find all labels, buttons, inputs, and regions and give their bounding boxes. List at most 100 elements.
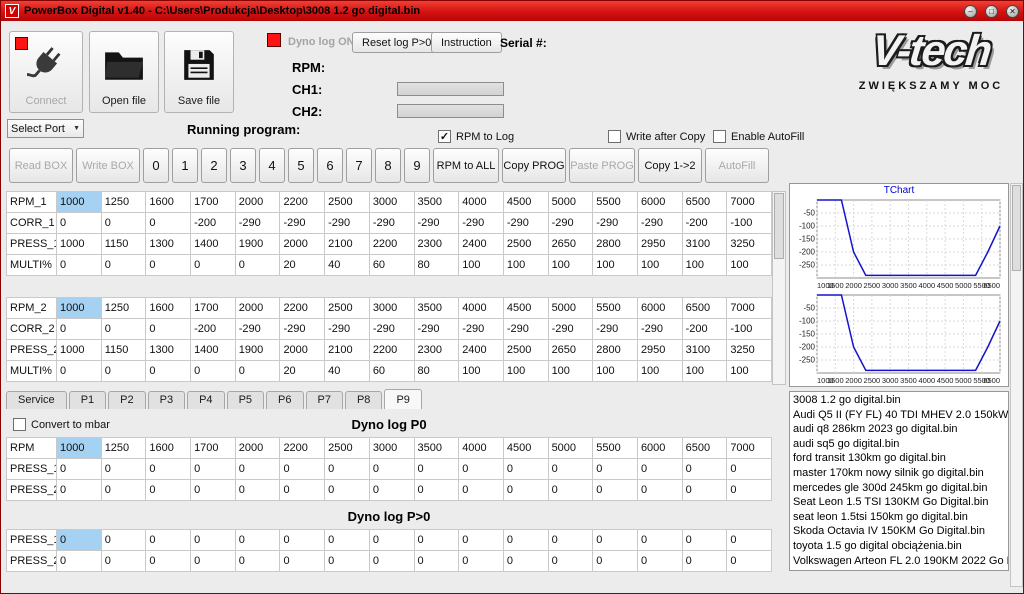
value-cell[interactable]: 1300 [145, 233, 192, 255]
value-cell[interactable]: 2200 [279, 437, 326, 459]
value-cell[interactable]: 2200 [368, 233, 415, 255]
value-cell[interactable]: 0 [592, 458, 638, 480]
value-cell[interactable]: 2000 [279, 339, 326, 361]
value-cell[interactable]: -290 [458, 318, 504, 340]
value-cell[interactable]: 0 [547, 479, 594, 501]
value-cell[interactable]: 0 [636, 550, 683, 572]
value-cell[interactable]: 6500 [681, 297, 728, 319]
value-cell[interactable]: 2100 [324, 233, 370, 255]
list-item[interactable]: ford transit 130km go digital.bin [790, 451, 1008, 466]
digit-button-5[interactable]: 5 [288, 148, 314, 183]
write-after-copy-checkbox[interactable]: Write after Copy [608, 130, 705, 143]
value-cell[interactable]: 0 [681, 550, 728, 572]
value-cell[interactable]: 0 [413, 458, 460, 480]
table-scrollbar[interactable] [772, 191, 786, 385]
value-cell[interactable]: 6500 [681, 191, 728, 213]
value-cell[interactable]: 0 [368, 550, 415, 572]
value-cell[interactable]: 5000 [547, 437, 594, 459]
value-cell[interactable]: 2000 [234, 191, 281, 213]
value-cell[interactable]: 0 [56, 479, 102, 501]
value-cell[interactable]: 0 [502, 458, 549, 480]
value-cell[interactable]: 4500 [502, 297, 549, 319]
value-cell[interactable]: 5500 [592, 297, 638, 319]
value-cell[interactable]: 80 [413, 360, 460, 382]
copy-prog-button[interactable]: Copy PROG [502, 148, 566, 183]
value-cell[interactable]: 60 [368, 254, 415, 276]
value-cell[interactable]: 2000 [234, 297, 281, 319]
value-cell[interactable]: -200 [681, 212, 728, 234]
value-cell[interactable]: 0 [234, 458, 281, 480]
value-cell[interactable]: 0 [413, 550, 460, 572]
value-cell[interactable]: -290 [413, 318, 460, 340]
value-cell[interactable]: 20 [279, 360, 326, 382]
value-cell[interactable]: 2000 [234, 437, 281, 459]
value-cell[interactable]: 100 [592, 360, 638, 382]
value-cell[interactable]: 0 [502, 529, 549, 551]
value-cell[interactable]: 2500 [502, 339, 549, 361]
value-cell[interactable]: 3000 [368, 191, 415, 213]
value-cell[interactable]: -290 [458, 212, 504, 234]
tab-p1[interactable]: P1 [68, 391, 107, 409]
value-cell[interactable]: 0 [56, 529, 102, 551]
value-cell[interactable]: 1000 [56, 437, 102, 459]
value-cell[interactable]: 0 [100, 212, 147, 234]
value-cell[interactable]: 2000 [279, 233, 326, 255]
value-cell[interactable]: 2500 [324, 437, 370, 459]
value-cell[interactable]: 1900 [234, 233, 281, 255]
value-cell[interactable]: 3500 [413, 437, 460, 459]
value-cell[interactable]: 1400 [190, 339, 236, 361]
value-cell[interactable]: 0 [458, 458, 504, 480]
value-cell[interactable]: 0 [190, 458, 236, 480]
value-cell[interactable]: 0 [458, 550, 504, 572]
value-cell[interactable]: 1700 [190, 297, 236, 319]
value-cell[interactable]: 0 [368, 529, 415, 551]
value-cell[interactable]: 0 [100, 458, 147, 480]
value-cell[interactable]: 2500 [502, 233, 549, 255]
scrollbar-thumb[interactable] [1012, 185, 1021, 271]
value-cell[interactable]: 0 [726, 479, 772, 501]
value-cell[interactable]: 0 [458, 479, 504, 501]
value-cell[interactable]: 0 [636, 479, 683, 501]
value-cell[interactable]: 3500 [413, 191, 460, 213]
value-cell[interactable]: 0 [56, 550, 102, 572]
value-cell[interactable]: 0 [145, 212, 192, 234]
value-cell[interactable]: 100 [547, 360, 594, 382]
value-cell[interactable]: 2500 [324, 191, 370, 213]
list-item[interactable]: mercedes gle 300d 245km go digital.bin [790, 481, 1008, 496]
instruction-button[interactable]: Instruction [431, 32, 502, 53]
value-cell[interactable]: 0 [56, 458, 102, 480]
value-cell[interactable]: 2950 [636, 233, 683, 255]
value-cell[interactable]: 0 [681, 529, 728, 551]
value-cell[interactable]: 7000 [726, 297, 772, 319]
value-cell[interactable]: 7000 [726, 191, 772, 213]
value-cell[interactable]: 0 [592, 550, 638, 572]
value-cell[interactable]: 0 [145, 254, 192, 276]
digit-button-8[interactable]: 8 [375, 148, 401, 183]
value-cell[interactable]: 3100 [681, 233, 728, 255]
value-cell[interactable]: 4000 [458, 297, 504, 319]
value-cell[interactable]: 0 [324, 550, 370, 572]
value-cell[interactable]: 100 [592, 254, 638, 276]
digit-button-3[interactable]: 3 [230, 148, 256, 183]
value-cell[interactable]: -200 [190, 318, 236, 340]
value-cell[interactable]: 0 [279, 529, 326, 551]
value-cell[interactable]: 2400 [458, 339, 504, 361]
value-cell[interactable]: 0 [324, 458, 370, 480]
value-cell[interactable]: 6500 [681, 437, 728, 459]
tab-p3[interactable]: P3 [147, 391, 186, 409]
tab-p9[interactable]: P9 [384, 389, 422, 409]
value-cell[interactable]: 2200 [279, 297, 326, 319]
value-cell[interactable]: -290 [368, 318, 415, 340]
value-cell[interactable]: -290 [636, 318, 683, 340]
value-cell[interactable]: 0 [234, 360, 281, 382]
value-cell[interactable]: -290 [502, 212, 549, 234]
digit-button-1[interactable]: 1 [172, 148, 198, 183]
list-item[interactable]: toyota 1.5 go digital obciążenia.bin [790, 539, 1008, 554]
tab-p5[interactable]: P5 [226, 391, 265, 409]
value-cell[interactable]: 0 [592, 529, 638, 551]
value-cell[interactable]: 7000 [726, 437, 772, 459]
tab-p7[interactable]: P7 [305, 391, 343, 409]
value-cell[interactable]: 2300 [413, 233, 460, 255]
value-cell[interactable]: -290 [279, 318, 326, 340]
digit-button-2[interactable]: 2 [201, 148, 227, 183]
